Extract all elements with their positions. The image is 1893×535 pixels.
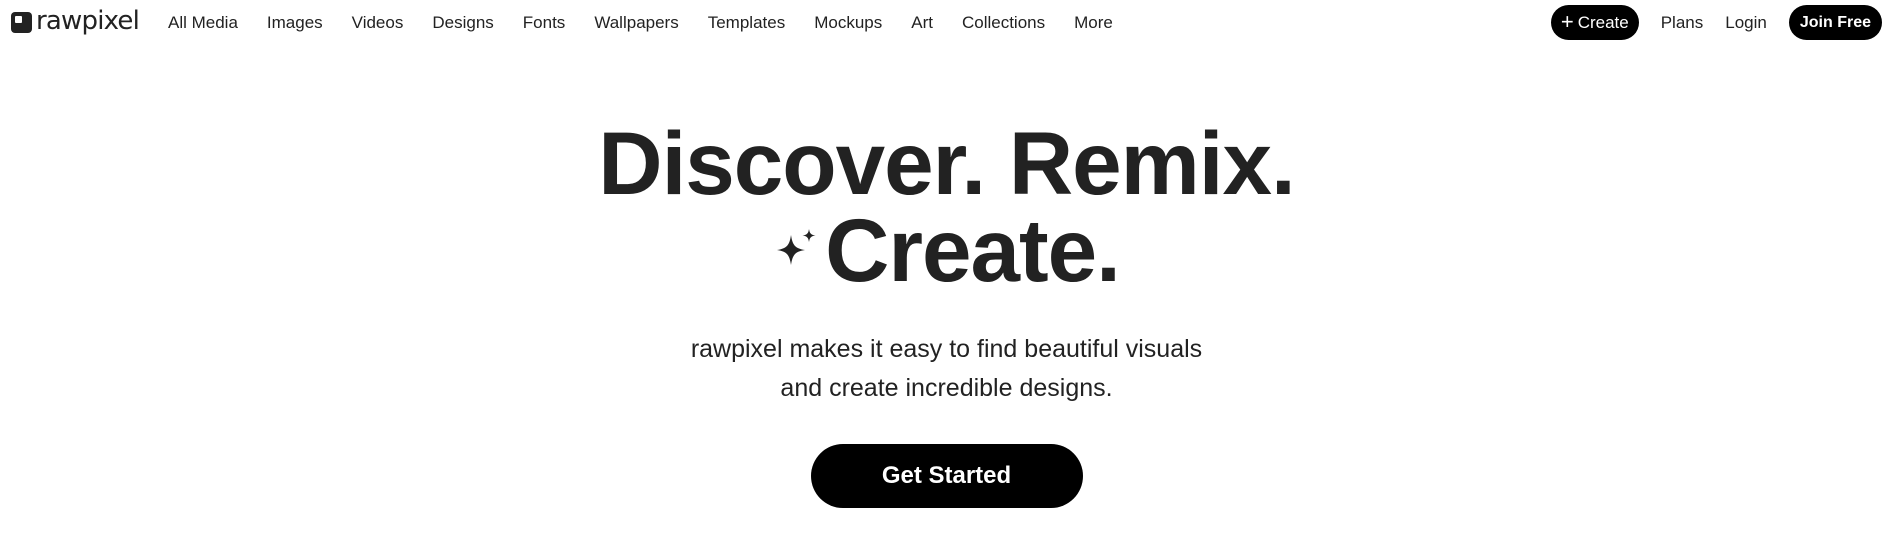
hero-section: Discover. Remix. Create. rawpixel makes …	[0, 113, 1893, 508]
subtext-line-2: and create incredible designs.	[780, 374, 1113, 402]
sparkle-icon	[777, 229, 816, 266]
nav-link-more[interactable]: More	[1074, 13, 1113, 33]
nav-link-images[interactable]: Images	[267, 13, 323, 33]
logo-text: rawpixel	[36, 6, 140, 36]
nav-link-wallpapers[interactable]: Wallpapers	[594, 13, 678, 33]
hero-subtext: rawpixel makes it easy to find beautiful…	[0, 330, 1893, 408]
rawpixel-logo[interactable]: rawpixel	[11, 6, 140, 36]
plans-link[interactable]: Plans	[1661, 13, 1704, 33]
nav-actions: + Create Plans Login Join Free	[1550, 5, 1882, 40]
headline-create-word: Create.	[825, 200, 1121, 300]
nav-link-collections[interactable]: Collections	[962, 13, 1045, 33]
hero-headline: Discover. Remix. Create.	[0, 113, 1893, 295]
nav-link-videos[interactable]: Videos	[352, 13, 404, 33]
join-free-button[interactable]: Join Free	[1788, 5, 1882, 40]
create-button[interactable]: + Create	[1550, 5, 1639, 40]
top-navigation: rawpixel All Media Images Videos Designs…	[0, 0, 1893, 46]
nav-link-all-media[interactable]: All Media	[168, 13, 238, 33]
nav-link-art[interactable]: Art	[911, 13, 933, 33]
nav-link-templates[interactable]: Templates	[708, 13, 785, 33]
main-nav-links: All Media Images Videos Designs Fonts Wa…	[168, 11, 1142, 35]
nav-link-designs[interactable]: Designs	[432, 13, 493, 33]
create-button-label: Create	[1577, 12, 1629, 32]
headline-line-1: Discover. Remix.	[598, 113, 1295, 213]
headline-line-2: Create.	[0, 206, 1893, 295]
plus-icon: +	[1560, 8, 1574, 34]
nav-link-mockups[interactable]: Mockups	[814, 13, 882, 33]
logo-icon	[11, 11, 32, 33]
nav-link-fonts[interactable]: Fonts	[523, 13, 566, 33]
subtext-line-1: rawpixel makes it easy to find beautiful…	[690, 335, 1203, 363]
get-started-button[interactable]: Get Started	[810, 444, 1083, 508]
login-link[interactable]: Login	[1725, 13, 1767, 33]
